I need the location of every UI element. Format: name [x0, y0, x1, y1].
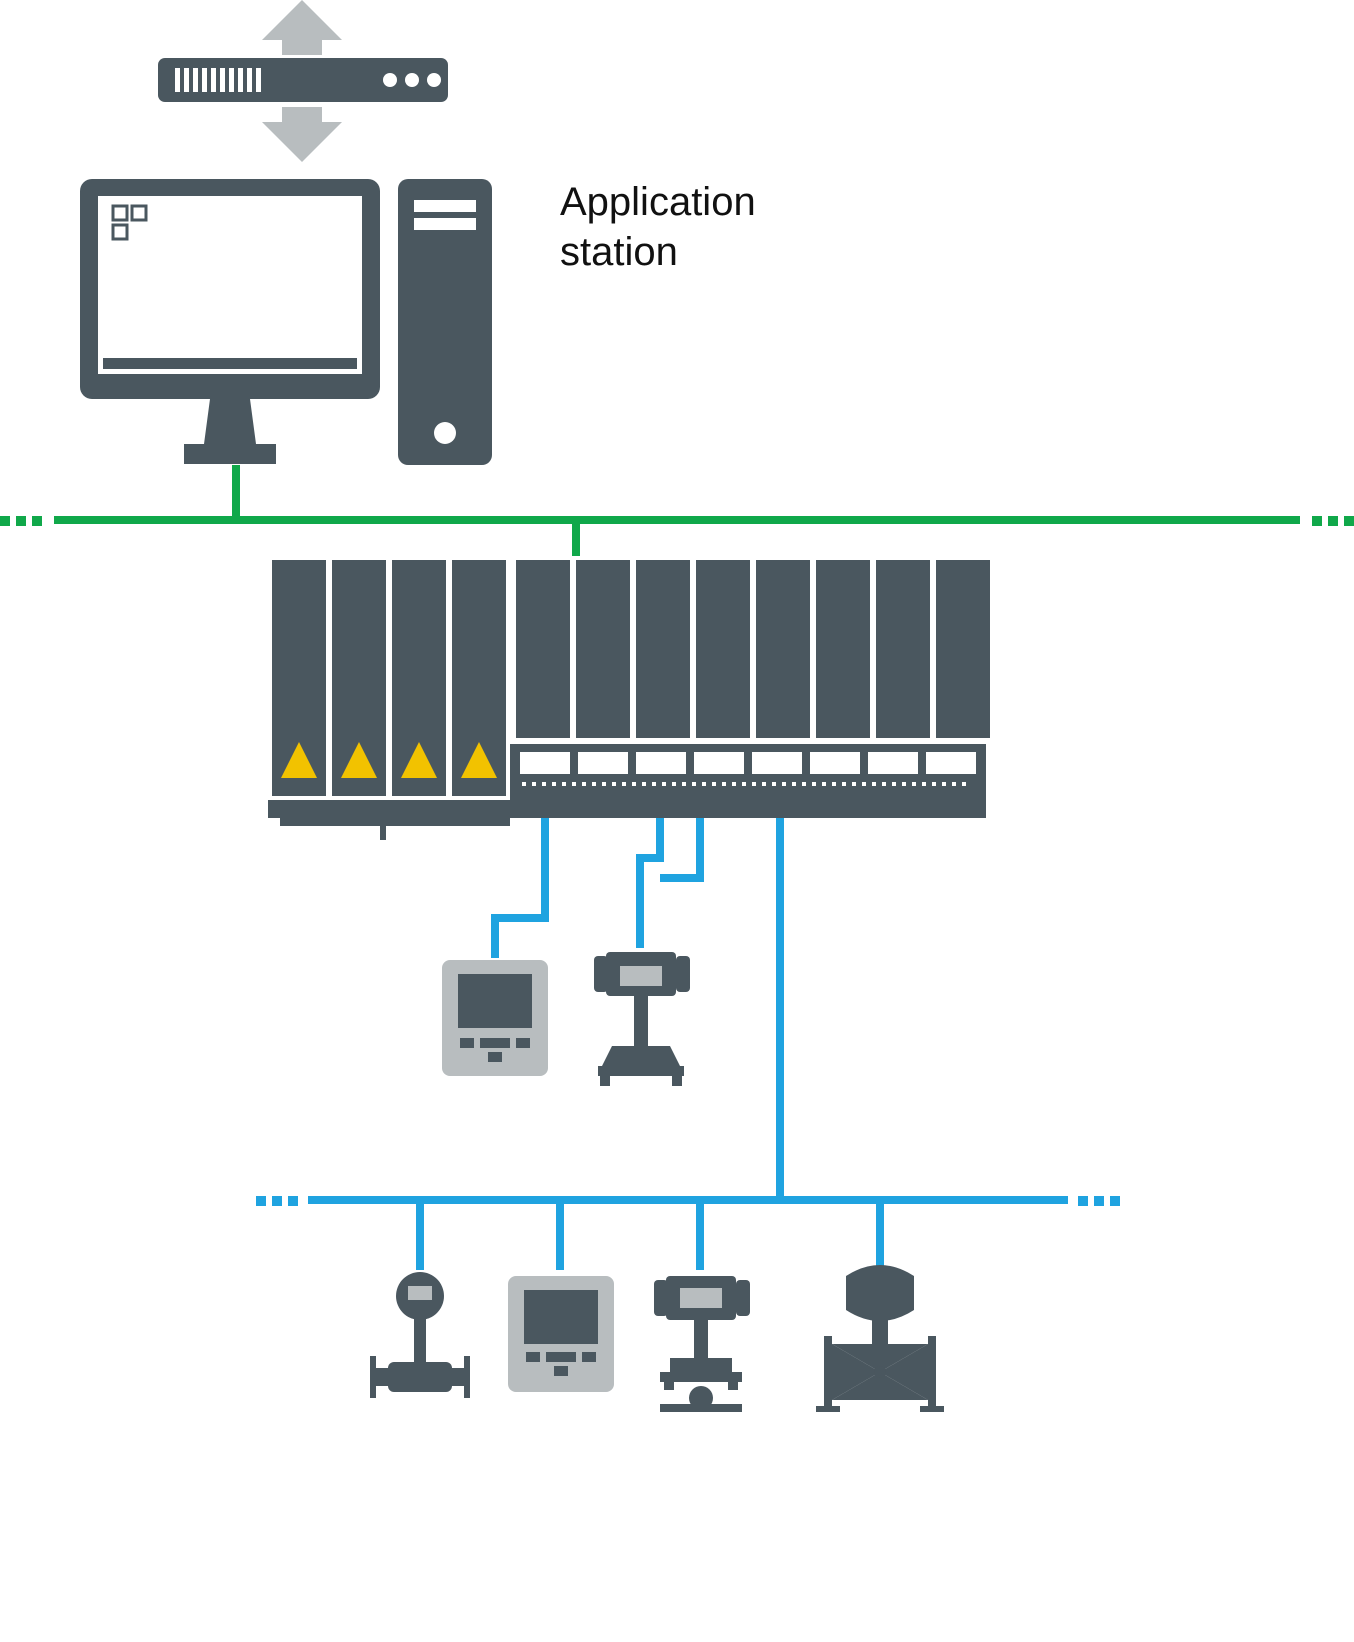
hmi-panel-icon	[442, 960, 548, 1076]
hmi-panel-2-icon	[508, 1276, 614, 1392]
application-station-icon	[80, 179, 492, 465]
fieldbus-drops	[420, 1200, 880, 1270]
pressure-transmitter-icon	[594, 952, 690, 1086]
control-valve-icon	[816, 1265, 944, 1412]
automation-rack-icon	[262, 556, 990, 840]
server-appliance-icon	[158, 58, 448, 102]
direct-io-wiring	[495, 818, 700, 958]
architecture-diagram: Application station	[0, 0, 1354, 1642]
ethernet-network-line	[54, 465, 1300, 556]
application-station-label-line2: station	[560, 230, 678, 274]
application-station-label-line1: Application	[560, 180, 756, 224]
transmitter-2-icon	[654, 1276, 750, 1412]
flow-meter-icon	[370, 1272, 470, 1398]
